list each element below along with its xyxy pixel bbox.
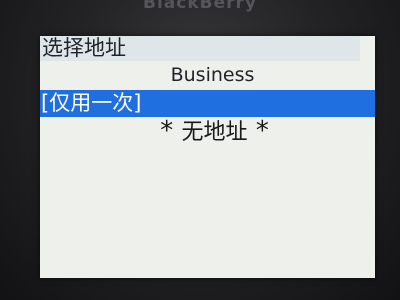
option-no-address-label: 无地址 <box>181 120 248 145</box>
option-no-address[interactable]: * 无地址 * <box>40 116 375 146</box>
device-screen: 选择地址 Business [仅用一次] * 无地址 * <box>40 36 375 278</box>
device-bezel: BlackBerry 选择地址 Business [仅用一次] * 无地址 * <box>0 0 400 300</box>
brand-logo: BlackBerry <box>143 0 257 13</box>
screen-title: 选择地址 <box>40 36 360 61</box>
option-use-once-label: [仅用一次] <box>41 91 142 115</box>
option-no-address-suffix: * <box>254 116 271 146</box>
address-type-label: Business <box>170 64 255 86</box>
option-no-address-prefix: * <box>158 116 175 146</box>
option-use-once[interactable]: [仅用一次] <box>40 90 375 117</box>
